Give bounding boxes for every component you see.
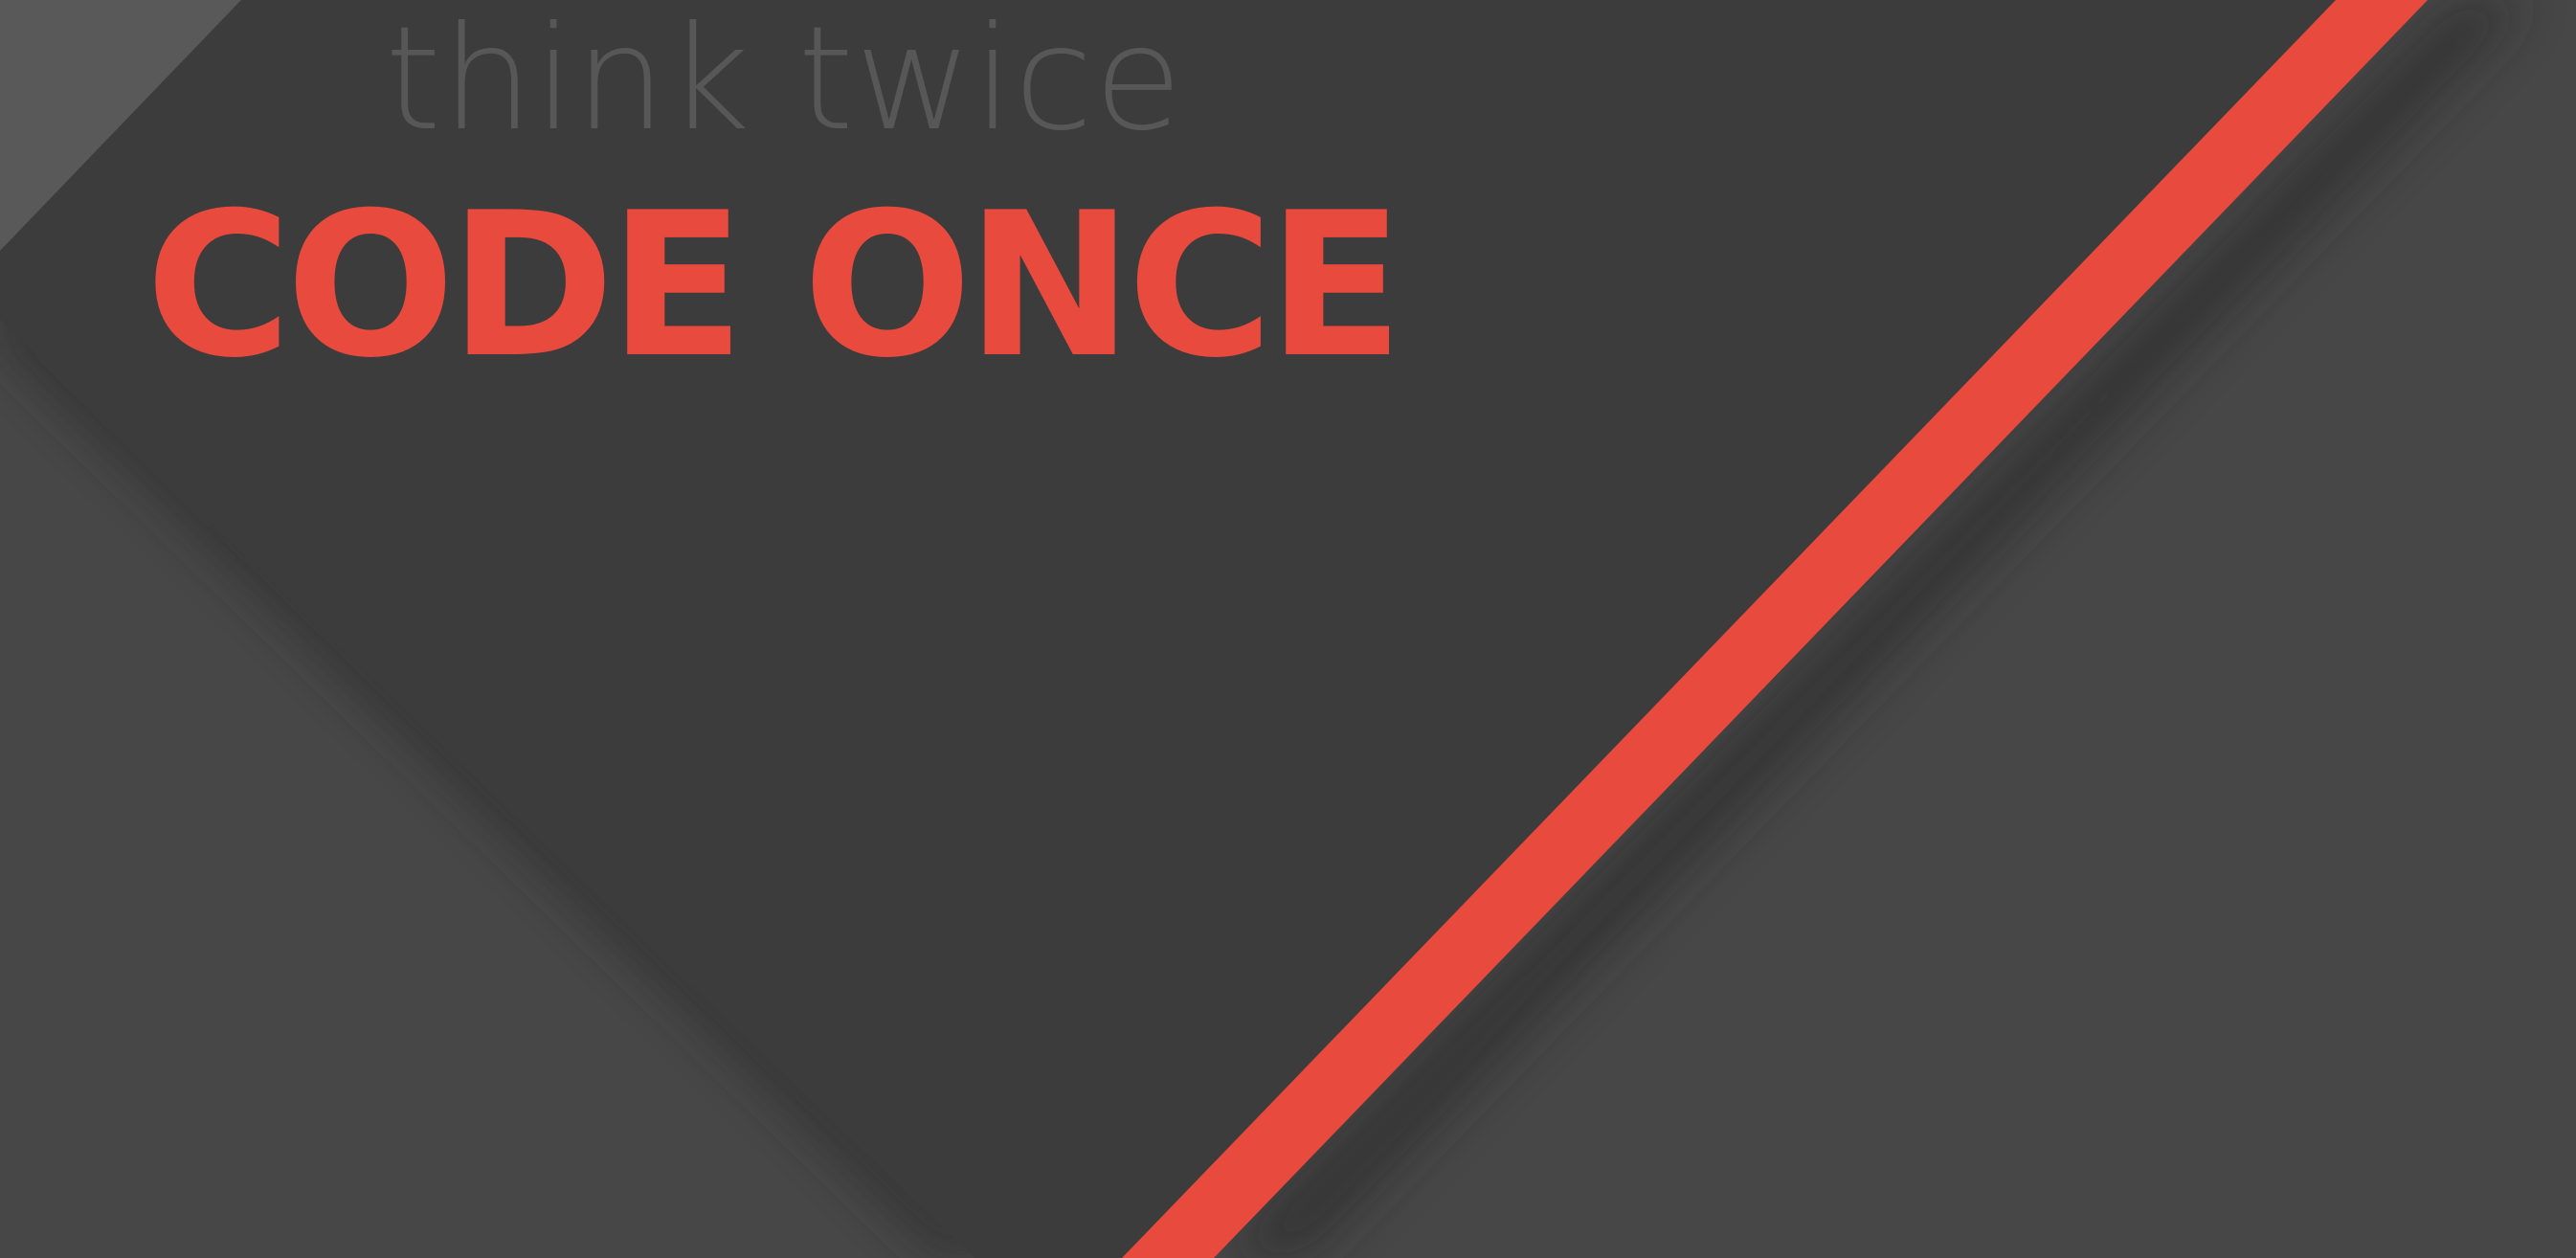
wallpaper: think twice CODE ONCE: [0, 0, 2576, 1258]
headline-text: CODE ONCE: [146, 170, 1403, 402]
tagline-text: think twice: [385, 0, 1184, 163]
